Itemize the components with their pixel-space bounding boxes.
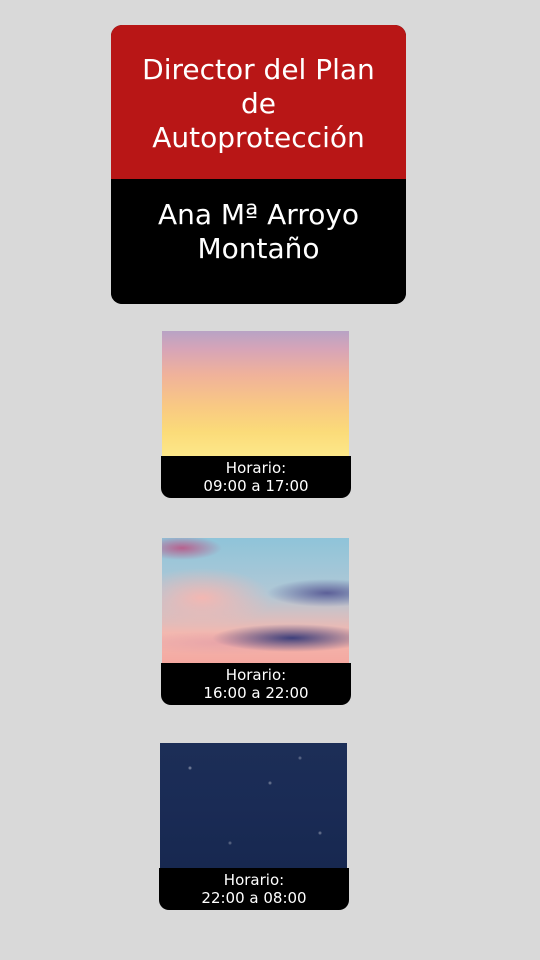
- role-card-header: Director del Plan de Autoprotección: [111, 25, 406, 179]
- shift-card-morning: Horario: 09:00 a 17:00: [161, 331, 351, 499]
- director-role-card: Director del Plan de Autoprotección Ana …: [111, 25, 406, 304]
- night-sky-image: [160, 743, 347, 869]
- role-title: Director del Plan de Autoprotección: [142, 53, 375, 154]
- shift-hours: 22:00 a 08:00: [201, 889, 307, 907]
- shift-caption: Horario: 16:00 a 22:00: [161, 663, 351, 705]
- sunrise-sky-image: [162, 331, 349, 457]
- shift-hours: 09:00 a 17:00: [203, 477, 309, 495]
- shift-hours: 16:00 a 22:00: [203, 684, 309, 702]
- shift-label: Horario:: [225, 666, 287, 684]
- shift-card-night: Horario: 22:00 a 08:00: [159, 743, 349, 911]
- person-name: Ana Mª Arroyo Montaño: [157, 197, 360, 265]
- shift-caption: Horario: 22:00 a 08:00: [159, 868, 349, 910]
- sunset-clouds-image: [162, 538, 349, 664]
- shift-label: Horario:: [225, 459, 287, 477]
- shift-label: Horario:: [223, 871, 285, 889]
- role-card-body: Ana Mª Arroyo Montaño: [111, 179, 406, 304]
- shift-card-evening: Horario: 16:00 a 22:00: [161, 538, 351, 706]
- shift-caption: Horario: 09:00 a 17:00: [161, 456, 351, 498]
